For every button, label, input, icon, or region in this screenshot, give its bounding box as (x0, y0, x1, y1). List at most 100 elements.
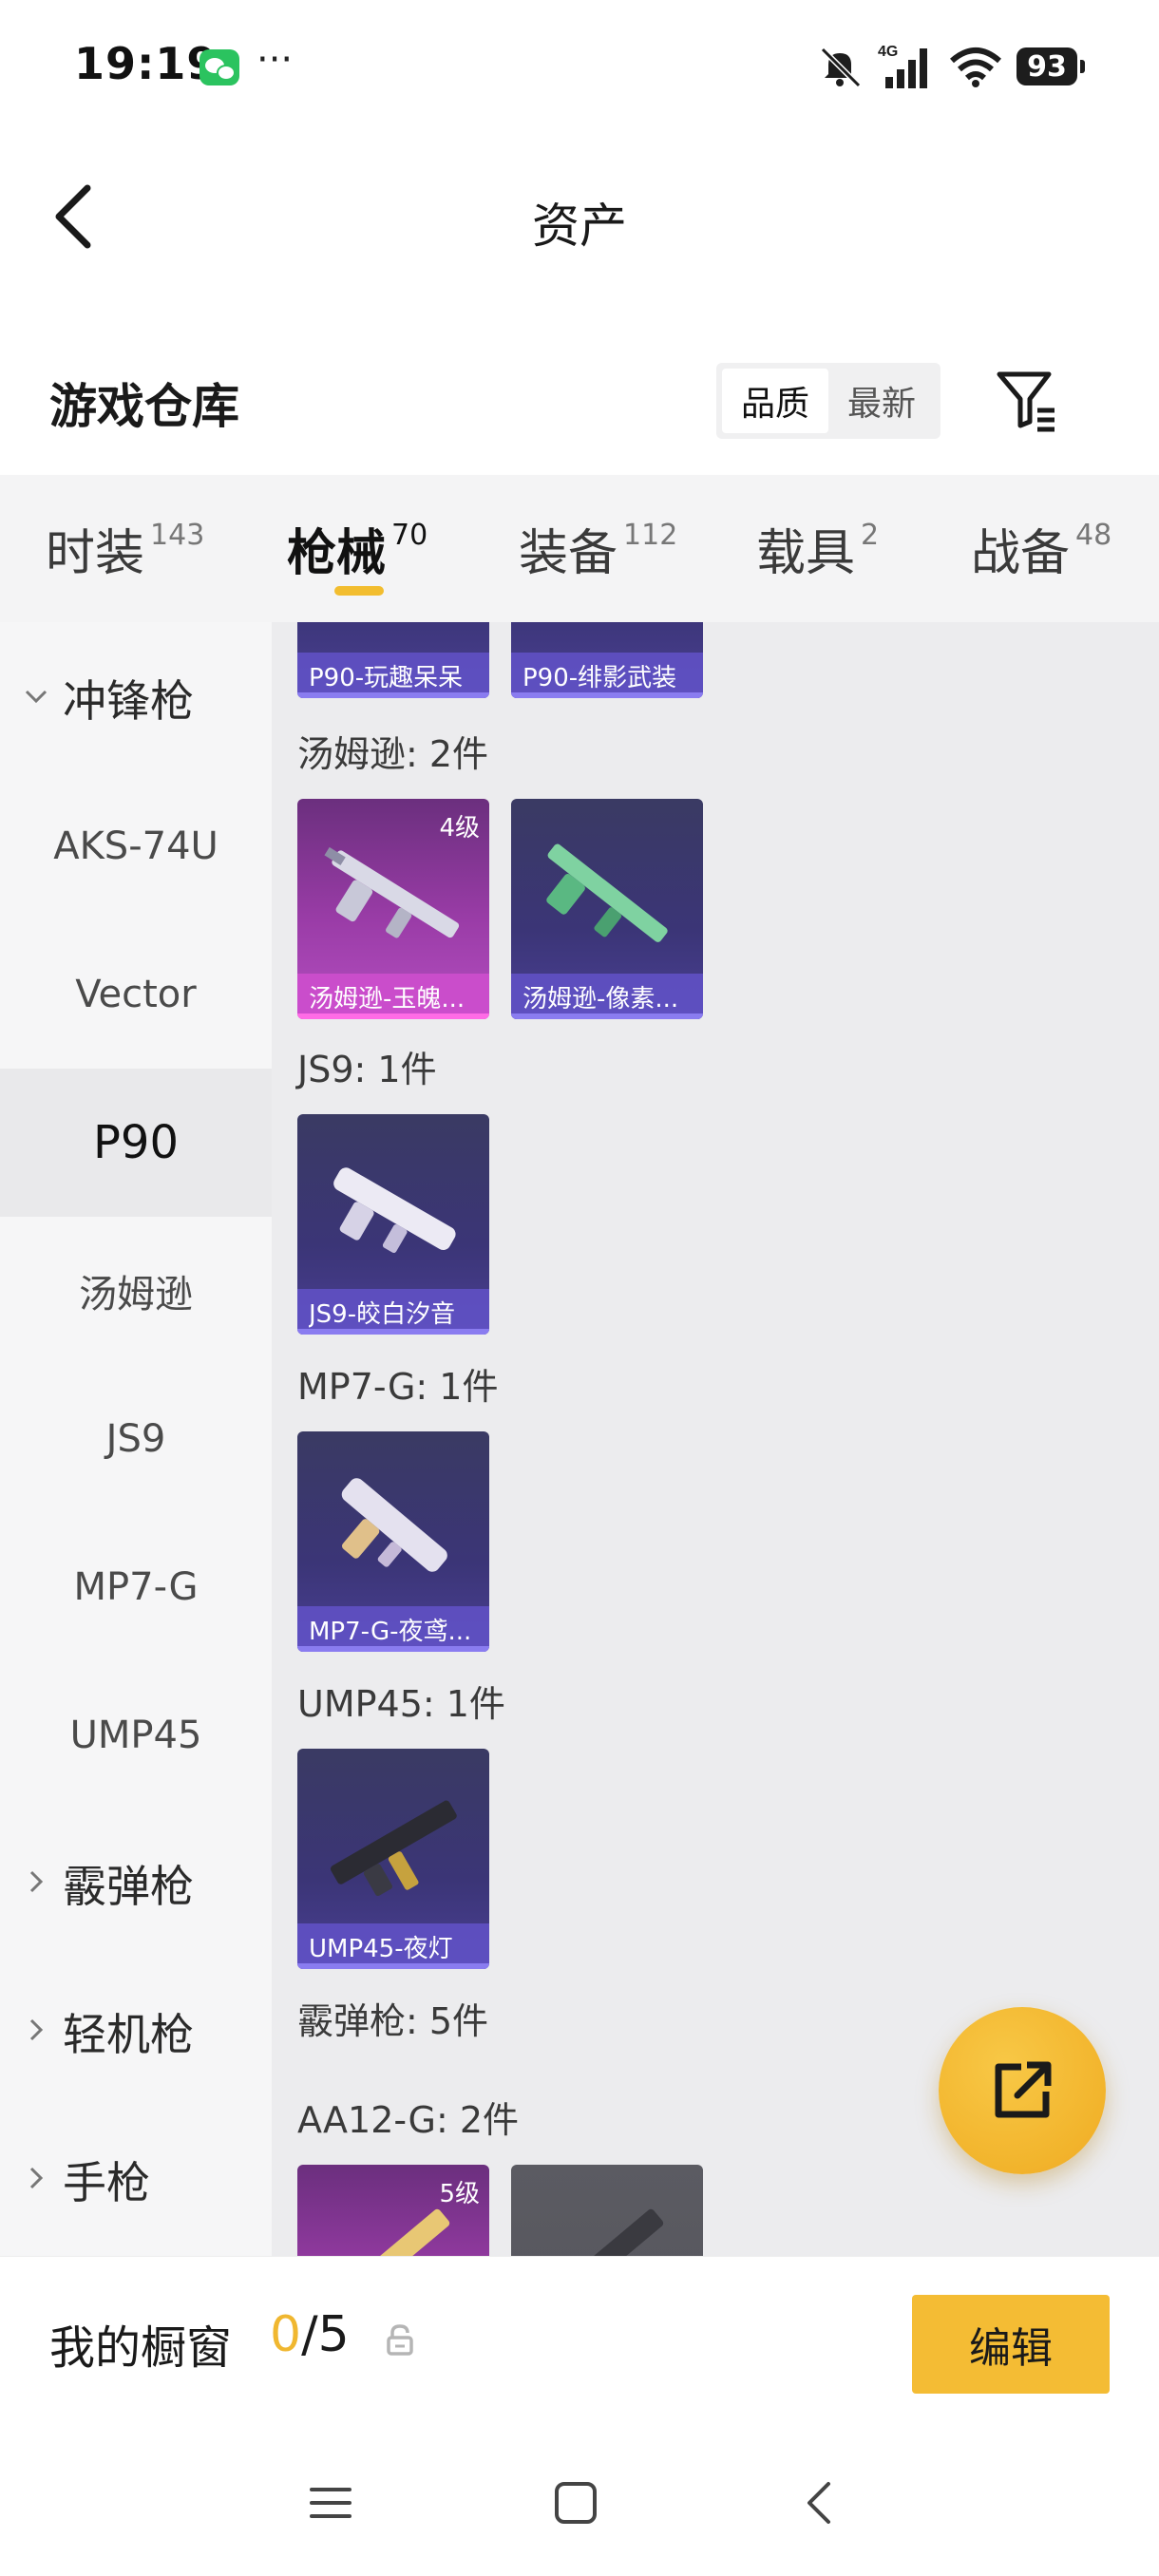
tab-label: 装备 (519, 525, 618, 582)
category-item-aks74u[interactable]: AKS-74U (0, 772, 272, 920)
tab-count: 70 (391, 519, 428, 552)
category-group-label: 轻机枪 (63, 2009, 194, 2060)
tab-equipment[interactable]: 装备 112 (519, 513, 677, 598)
category-item-p90[interactable]: P90 (0, 1069, 272, 1217)
status-bar: 19:19 ··· 4G 93 (0, 0, 1159, 133)
category-item-js9[interactable]: JS9 (0, 1365, 272, 1513)
showcase-separator: / (301, 2306, 318, 2363)
weapon-name-text: P90-玩趣呆呆 (309, 663, 464, 692)
sort-quality-option[interactable]: 品质 (722, 369, 828, 433)
signal-icon: 4G (878, 44, 927, 88)
card-rarity-bar (297, 1646, 489, 1652)
tab-vehicles[interactable]: 载具 2 (756, 513, 879, 598)
showcase-current: 0 (270, 2306, 302, 2363)
weapon-name-text: 汤姆逊-玉魄... (309, 984, 466, 1013)
chevron-right-icon (29, 1870, 44, 1893)
warehouse-title: 游戏仓库 (49, 379, 239, 434)
app-header: 资产 (0, 133, 1159, 294)
tab-label: 载具 (756, 525, 856, 582)
weapon-card[interactable]: JS9-皎白汐音 (297, 1114, 489, 1335)
category-group-shotgun[interactable]: 霰弹枪 (0, 1809, 272, 1958)
showcase-bar: 我的橱窗 0/5 编辑 (0, 2256, 1159, 2417)
showcase-label: 我的橱窗 (49, 2321, 233, 2375)
weapon-name-text: MP7-G-夜鸢... (309, 1617, 472, 1646)
tab-supplies[interactable]: 战备 48 (971, 513, 1112, 598)
weapon-card[interactable]: 4级 汤姆逊-玉魄... (297, 799, 489, 1019)
weapon-card[interactable]: MP7-G-夜鸢... (297, 1431, 489, 1652)
chevron-down-icon (25, 690, 48, 704)
card-rarity-bar (297, 1963, 489, 1969)
tab-count: 48 (1075, 519, 1112, 552)
weapon-group-title: UMP45: 1件 (297, 1683, 505, 1725)
battery-icon: 93 (1016, 47, 1085, 85)
weapon-card[interactable]: UMP45-夜灯 (297, 1749, 489, 1969)
weapon-card[interactable]: 汤姆逊-像素... (511, 799, 703, 1019)
weapon-card-name: 汤姆逊-像素... (511, 974, 703, 1019)
gun-image (324, 846, 460, 938)
wifi-icon (950, 47, 1001, 87)
weapon-group-title: JS9: 1件 (297, 1049, 437, 1090)
gun-image (546, 843, 668, 942)
category-item-mp7g[interactable]: MP7-G (0, 1513, 272, 1661)
back-icon[interactable] (792, 2474, 849, 2531)
svg-text:4G: 4G (878, 44, 898, 60)
gun-image (337, 2208, 450, 2256)
sort-toggle: 品质 最新 (716, 363, 940, 439)
warehouse-header: 游戏仓库 品质 最新 (0, 313, 1159, 475)
active-tab-indicator (334, 586, 384, 596)
card-rarity-bar (297, 692, 489, 698)
weapon-card-name: MP7-G-夜鸢... (297, 1606, 489, 1652)
gun-image (333, 1167, 456, 1254)
mute-icon (820, 47, 862, 87)
weapon-card-name: P90-玩趣呆呆 (297, 653, 489, 698)
gun-image (341, 1478, 447, 1572)
system-nav-bar (0, 2417, 1159, 2576)
status-icons: 4G 93 (815, 40, 1085, 93)
weapon-card-name: UMP45-夜灯 (297, 1923, 489, 1969)
weapon-card[interactable] (511, 2165, 703, 2256)
edit-button[interactable]: 编辑 (912, 2295, 1110, 2394)
weapon-card[interactable]: 5级 (297, 2165, 489, 2256)
weapon-name-text: P90-绯影武装 (522, 663, 677, 692)
category-group-smg[interactable]: 冲锋枪 (0, 624, 272, 772)
weapon-group-title: 汤姆逊: 2件 (297, 733, 489, 775)
tab-fashion[interactable]: 时装 143 (46, 513, 204, 598)
gun-image (551, 2208, 664, 2256)
category-group-lmg[interactable]: 轻机枪 (0, 1958, 272, 2106)
chevron-right-icon (29, 2018, 44, 2041)
card-rarity-bar (511, 1013, 703, 1019)
status-time: 19:19 (74, 38, 218, 89)
weapon-card[interactable]: P90-绯影武装 (511, 622, 703, 698)
tab-count: 2 (861, 519, 880, 552)
weapon-name-text: 汤姆逊-像素... (522, 984, 679, 1013)
category-group-label: 手枪 (63, 2157, 150, 2208)
wechat-icon (200, 49, 239, 85)
weapon-name-text: JS9-皎白汐音 (309, 1299, 456, 1329)
weapon-card-name: P90-绯影武装 (511, 653, 703, 698)
card-rarity-bar (297, 1013, 489, 1019)
menu-icon[interactable] (302, 2474, 359, 2531)
weapon-group-title: 霰弹枪: 5件 (297, 2000, 489, 2042)
category-group-pistol[interactable]: 手枪 (0, 2106, 272, 2254)
tab-label: 时装 (46, 525, 145, 582)
category-group-label: 冲锋枪 (63, 675, 194, 727)
showcase-max: 5 (317, 2306, 350, 2363)
tab-label: 枪械 (287, 525, 387, 582)
card-rarity-bar (297, 1329, 489, 1335)
tab-count: 143 (150, 519, 205, 552)
weapon-card-name: 汤姆逊-玉魄... (297, 974, 489, 1019)
home-icon[interactable] (547, 2474, 604, 2531)
tab-label: 战备 (971, 525, 1071, 582)
category-item-thompson[interactable]: 汤姆逊 (0, 1217, 272, 1365)
category-item-ump45[interactable]: UMP45 (0, 1661, 272, 1809)
weapon-name-text: UMP45-夜灯 (309, 1934, 453, 1963)
category-group-label: 霰弹枪 (63, 1861, 194, 1912)
weapon-group-title: AA12-G: 2件 (297, 2099, 520, 2141)
share-fab-button[interactable] (939, 2007, 1106, 2174)
tab-count: 112 (623, 519, 678, 552)
sort-newest-option[interactable]: 最新 (828, 369, 935, 433)
weapon-card[interactable]: P90-玩趣呆呆 (297, 622, 489, 698)
filter-icon[interactable] (996, 367, 1058, 433)
category-item-vector[interactable]: Vector (0, 920, 272, 1069)
chevron-right-icon (29, 2167, 44, 2189)
